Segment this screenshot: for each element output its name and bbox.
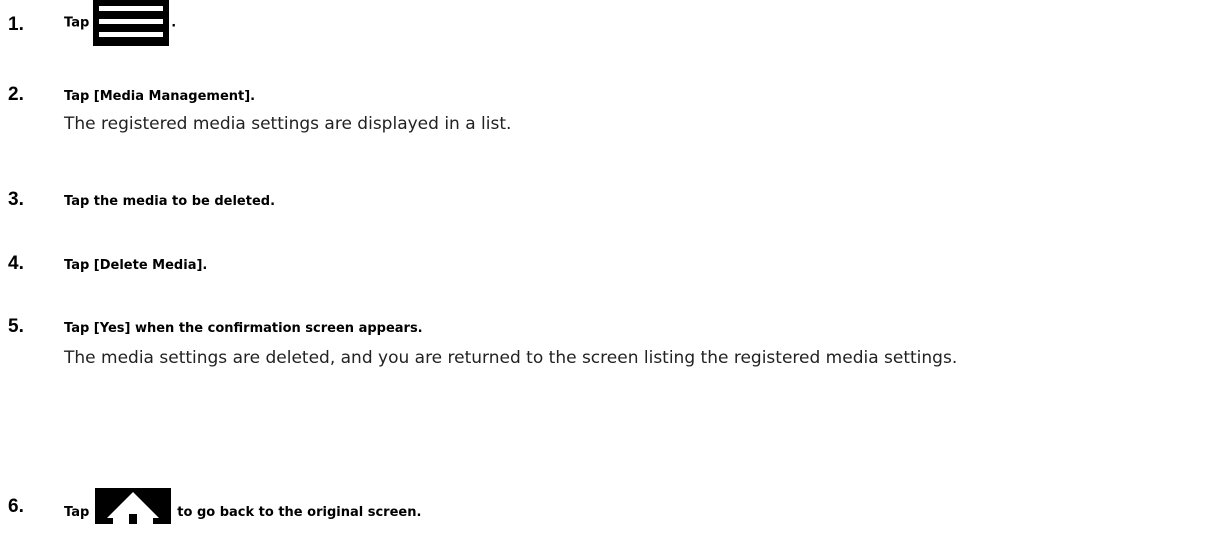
step-result: The media settings are deleted, and you … (64, 348, 958, 368)
step-text: Tap (64, 505, 90, 520)
step-text: to go back to the original screen. (177, 505, 422, 520)
step-number: 6. (8, 496, 24, 517)
step-instruction: Tap the media to be deleted. (64, 194, 276, 209)
home-icon (95, 488, 172, 524)
step-result: The registered media settings are displa… (64, 114, 512, 134)
step-instruction: Tap [Yes] when the confirmation screen a… (64, 321, 423, 336)
step-instruction: Tap [Delete Media]. (64, 258, 208, 273)
menu-icon (93, 0, 170, 46)
step-instruction: Tap to go back to the original screen. (64, 488, 421, 533)
step-instruction: Tap [Media Management]. (64, 89, 256, 104)
step-text: Tap (64, 15, 90, 31)
step-text: . (171, 15, 177, 31)
step-number: 5. (8, 316, 24, 337)
step-number: 2. (8, 84, 24, 105)
step-number: 1. (8, 14, 24, 35)
step-number: 3. (8, 189, 24, 210)
step-number: 4. (8, 253, 24, 274)
step-instruction: Tap . (64, 0, 176, 47)
